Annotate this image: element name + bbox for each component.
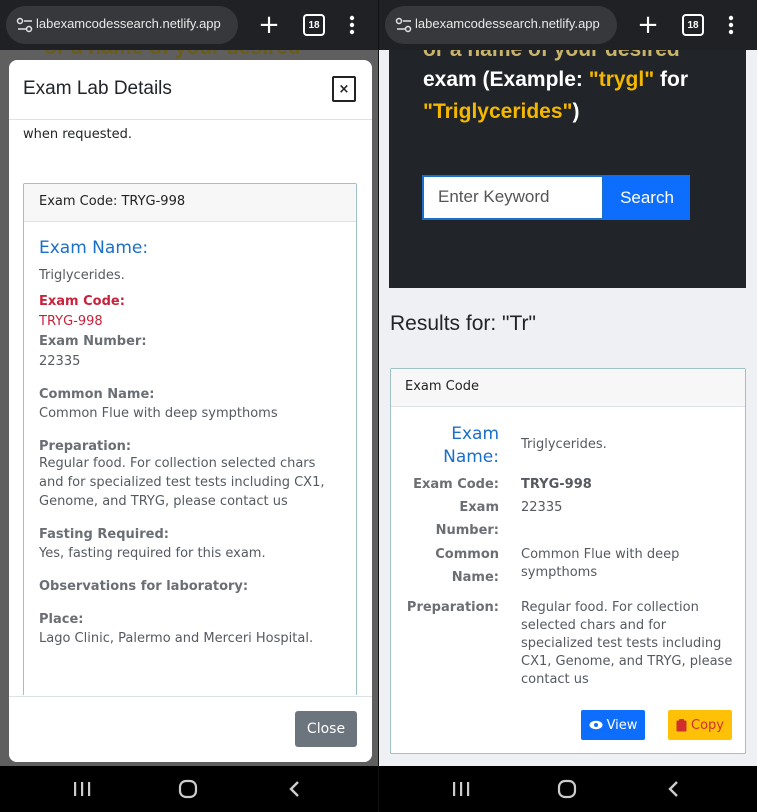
result-common-label: Common Name:: [435, 543, 499, 589]
result-card: Exam Code Exam Name: Triglycerides. Exam…: [390, 368, 746, 754]
site-settings-icon[interactable]: [16, 17, 34, 33]
common-name-value: Common Flue with deep sympthoms: [39, 406, 278, 421]
right-phone-screen: or a name of your desired exam (Example:…: [379, 0, 757, 812]
hero-line-1-pre: exam (Example:: [423, 68, 589, 91]
copy-button-label: Copy: [691, 717, 724, 733]
card-header: Exam Code: TRYG-998: [24, 184, 356, 222]
url-text[interactable]: labexamcodessearch.netlify.app: [415, 16, 600, 31]
home-icon[interactable]: [168, 776, 208, 802]
result-card-header: Exam Code: [391, 369, 745, 407]
place-value: Lago Clinic, Palermo and Merceri Hospita…: [39, 631, 314, 646]
back-icon[interactable]: [653, 776, 693, 802]
tab-count-button[interactable]: 18: [682, 14, 704, 36]
result-code-value: TRYG-998: [521, 477, 592, 492]
recent-apps-icon[interactable]: [62, 776, 102, 802]
fasting-label: Fasting Required:: [39, 527, 169, 542]
intro-text: when requested.: [23, 127, 133, 142]
url-text[interactable]: labexamcodessearch.netlify.app: [36, 16, 221, 31]
modal-title: Exam Lab Details: [23, 78, 172, 99]
tab-count-button[interactable]: 18: [303, 14, 325, 36]
modal-close-icon[interactable]: ×: [332, 76, 356, 102]
result-name-label-line1: Exam: [451, 424, 499, 444]
search-hero: or a name of your desired exam (Example:…: [389, 38, 746, 288]
exam-number-value: 22335: [39, 354, 81, 369]
fasting-value: Yes, fasting required for this exam.: [39, 546, 266, 561]
exam-name-heading: Exam Name:: [39, 238, 149, 258]
place-label: Place:: [39, 612, 84, 627]
back-icon[interactable]: [274, 776, 314, 802]
modal-footer: Close: [9, 696, 372, 762]
site-settings-icon[interactable]: [395, 17, 413, 33]
view-button-label: View: [606, 717, 638, 733]
hero-line-2-post: ): [572, 100, 580, 123]
preparation-value: Regular food. For collection selected ch…: [39, 456, 325, 509]
close-button[interactable]: Close: [295, 711, 357, 747]
common-name-label: Common Name:: [39, 387, 155, 402]
android-nav-bar: [0, 766, 378, 812]
exam-code-label: Exam Code:: [39, 294, 125, 309]
result-number-label: Exam Number:: [436, 496, 499, 542]
exam-card: Exam Code: TRYG-998 Exam Name: Triglycer…: [23, 183, 357, 695]
result-name-label: Exam Name:: [443, 423, 499, 469]
results-heading: Results for: "Tr": [390, 312, 536, 335]
modal-header: Exam Lab Details ×: [9, 60, 372, 120]
result-common-label-line2: Name:: [451, 570, 499, 585]
hero-line-1: exam (Example: "trygl" for: [423, 68, 688, 92]
result-common-value: Common Flue with deep sympthoms: [521, 547, 680, 580]
exam-code-value: TRYG-998: [39, 314, 103, 329]
address-bar[interactable]: labexamcodessearch.netlify.app: [6, 6, 238, 44]
new-tab-icon[interactable]: +: [256, 12, 282, 38]
result-code-label: Exam Code:: [413, 477, 499, 492]
menu-icon[interactable]: [721, 12, 741, 38]
result-name-label-line2: Name:: [443, 447, 499, 467]
search-input[interactable]: Enter Keyword: [422, 175, 604, 220]
exam-number-label: Exam Number:: [39, 334, 147, 349]
address-bar[interactable]: labexamcodessearch.netlify.app: [385, 6, 617, 44]
result-prep-label: Preparation:: [406, 600, 499, 615]
exam-name-value: Triglycerides.: [39, 268, 125, 283]
hero-line-2: "Triglycerides"): [423, 100, 579, 124]
home-icon[interactable]: [547, 776, 587, 802]
result-name-value: Triglycerides.: [521, 437, 607, 452]
result-common-label-line1: Common: [435, 547, 499, 562]
card-body: Exam Name: Triglycerides. Exam Code: TRY…: [24, 222, 356, 664]
android-nav-bar: [379, 766, 757, 812]
new-tab-icon[interactable]: +: [635, 12, 661, 38]
clipboard-icon: [676, 718, 687, 731]
search-button[interactable]: Search: [604, 175, 690, 220]
result-number-label-line2: Number:: [435, 523, 499, 538]
result-number-label-line1: Exam: [459, 500, 499, 515]
recent-apps-icon[interactable]: [441, 776, 481, 802]
result-prep-value: Regular food. For collection selected ch…: [521, 600, 733, 687]
preparation-label: Preparation:: [39, 439, 132, 454]
eye-icon: [589, 720, 603, 730]
hero-example-name: "Triglycerides": [423, 100, 573, 123]
browser-toolbar: labexamcodessearch.netlify.app + 18: [0, 0, 378, 50]
hero-line-1-post: for: [654, 68, 688, 91]
left-phone-screen: or a name of your desired labexamcodesse…: [0, 0, 378, 812]
browser-toolbar: labexamcodessearch.netlify.app + 18: [379, 0, 757, 50]
modal-body[interactable]: when requested. Exam Code: TRYG-998 Exam…: [9, 121, 372, 695]
copy-button[interactable]: Copy: [668, 710, 732, 740]
observations-label: Observations for laboratory:: [39, 579, 249, 594]
hero-example-keyword: "trygl": [588, 68, 655, 91]
view-button[interactable]: View: [581, 710, 645, 740]
exam-details-modal: Exam Lab Details × when requested. Exam …: [9, 60, 372, 762]
result-number-value: 22335: [521, 500, 563, 515]
menu-icon[interactable]: [342, 12, 362, 38]
